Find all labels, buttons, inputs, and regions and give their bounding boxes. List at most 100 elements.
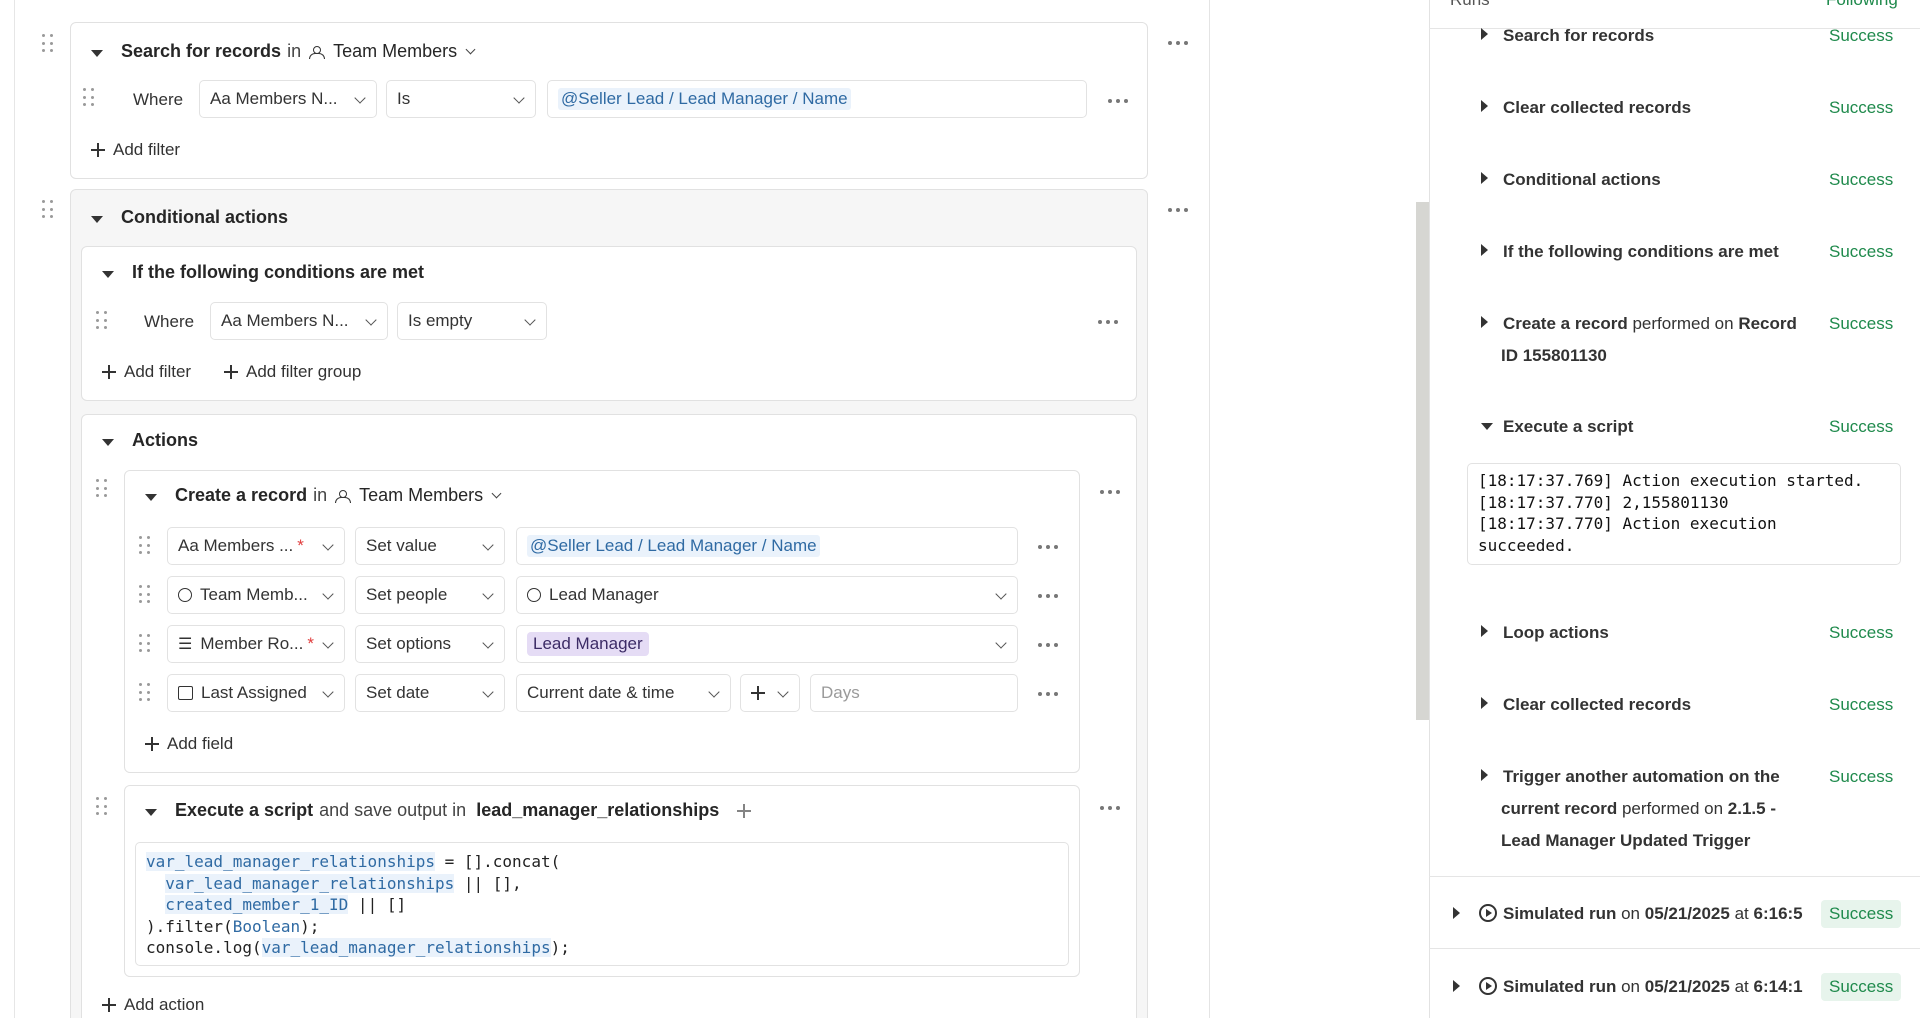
collapse-caret-icon[interactable]	[145, 809, 157, 816]
script-action-more-icon[interactable]	[1100, 803, 1124, 813]
status-badge: Success	[1829, 26, 1894, 45]
expand-caret-icon[interactable]	[1481, 172, 1488, 184]
status-badge: Success	[1829, 695, 1894, 714]
script-action-drag-handle[interactable]	[96, 797, 108, 817]
chevron-down-icon[interactable]	[465, 44, 476, 55]
actions-title: Actions	[132, 430, 199, 450]
value-input-name[interactable]: @Seller Lead / Lead Manager / Name	[516, 527, 1018, 565]
filter-row-more-icon[interactable]	[1108, 96, 1132, 106]
chevron-down-icon	[995, 637, 1007, 649]
expand-caret-icon[interactable]	[1481, 697, 1488, 709]
editor-left-border	[14, 0, 15, 1018]
expand-caret-icon[interactable]	[1481, 625, 1488, 637]
collapse-caret-icon[interactable]	[102, 439, 114, 446]
field-select-last-assigned[interactable]: Last Assigned	[167, 674, 345, 712]
add-field-button[interactable]: Add field	[145, 734, 233, 754]
chevron-down-icon[interactable]	[491, 488, 502, 499]
run-step-loop[interactable]: Loop actions Success	[1429, 623, 1920, 653]
filter-operator-select[interactable]: Is	[386, 80, 536, 118]
chevron-down-icon	[482, 637, 494, 649]
field-row-drag-handle[interactable]	[139, 634, 151, 654]
chevron-down-icon	[708, 686, 720, 698]
status-badge: Success	[1829, 170, 1894, 189]
simulated-run-row[interactable]: Simulated run on 05/21/2025 at 6:14:1 Su…	[1429, 973, 1920, 1007]
mode-select-set-people[interactable]: Set people	[355, 576, 505, 614]
days-input[interactable]: Days	[810, 674, 1018, 712]
condition-row-more-icon[interactable]	[1098, 317, 1122, 327]
mode-select-set-options[interactable]: Set options	[355, 625, 505, 663]
search-block-table[interactable]: Team Members	[333, 41, 457, 62]
collapse-caret-icon[interactable]	[102, 271, 114, 278]
expand-caret-icon[interactable]	[1453, 907, 1460, 919]
field-row-more-icon[interactable]	[1038, 689, 1062, 699]
run-step-create-record[interactable]: Create a record performed on Record ID 1…	[1429, 314, 1920, 374]
create-record-card: Create a record in Team Members Aa Membe…	[124, 470, 1080, 773]
field-row-drag-handle[interactable]	[139, 536, 151, 556]
field-row-more-icon[interactable]	[1038, 591, 1062, 601]
create-record-table[interactable]: Team Members	[359, 485, 483, 506]
chevron-down-icon	[354, 92, 366, 104]
field-row-drag-handle[interactable]	[139, 683, 151, 703]
actions-card: Actions Create a record in Team Members …	[81, 414, 1137, 1018]
create-action-drag-handle[interactable]	[96, 479, 108, 499]
filter-value-input[interactable]: @Seller Lead / Lead Manager / Name	[547, 80, 1087, 118]
script-title: Execute a script	[175, 800, 314, 820]
collapse-caret-icon[interactable]	[1481, 423, 1493, 430]
add-filter-button[interactable]: Add filter	[102, 362, 191, 382]
chevron-down-icon	[322, 539, 334, 551]
simulated-run-row[interactable]: Simulated run on 05/21/2025 at 6:16:5 Su…	[1429, 900, 1920, 934]
plus-icon	[224, 365, 238, 379]
run-step-if-conditions[interactable]: If the following conditions are met Succ…	[1429, 242, 1920, 272]
mode-select-set-date[interactable]: Set date	[355, 674, 505, 712]
field-row-more-icon[interactable]	[1038, 640, 1062, 650]
expand-caret-icon[interactable]	[1481, 244, 1488, 256]
filter-row-drag-handle[interactable]	[83, 88, 95, 108]
add-output-plus-icon[interactable]	[737, 803, 752, 818]
field-select-members-name[interactable]: Aa Members ... *	[167, 527, 345, 565]
collapse-caret-icon[interactable]	[91, 216, 103, 223]
plus-icon	[145, 737, 159, 751]
scrollbar-thumb[interactable]	[1416, 202, 1429, 720]
chevron-down-icon	[777, 686, 789, 698]
search-block-drag-handle[interactable]	[42, 34, 54, 54]
conditional-block-more-icon[interactable]	[1168, 205, 1192, 215]
collapse-caret-icon[interactable]	[145, 494, 157, 501]
conditional-block-drag-handle[interactable]	[42, 200, 54, 220]
run-step-clear-collected[interactable]: Clear collected records Success	[1429, 98, 1920, 128]
filter-field-select[interactable]: Aa Members N...	[199, 80, 377, 118]
date-offset-sign-select[interactable]	[740, 674, 800, 712]
field-select-member-role[interactable]: ☰ Member Ro... *	[167, 625, 345, 663]
plus-icon	[91, 143, 105, 157]
search-block-more-icon[interactable]	[1168, 38, 1192, 48]
script-output-variable[interactable]: lead_manager_relationships	[476, 800, 719, 821]
run-step-execute-script[interactable]: Execute a script Success	[1429, 417, 1920, 447]
mode-select-set-value[interactable]: Set value	[355, 527, 505, 565]
add-filter-group-button[interactable]: Add filter group	[224, 362, 361, 382]
field-row-drag-handle[interactable]	[139, 585, 151, 605]
condition-row-drag-handle[interactable]	[96, 311, 108, 331]
runs-divider	[1429, 876, 1920, 877]
collapse-caret-icon[interactable]	[91, 50, 103, 57]
run-step-clear-collected-2[interactable]: Clear collected records Success	[1429, 695, 1920, 725]
expand-caret-icon[interactable]	[1481, 769, 1488, 781]
condition-field-select[interactable]: Aa Members N...	[210, 302, 388, 340]
following-link[interactable]: Following	[1826, 0, 1898, 10]
field-select-team-member[interactable]: Team Memb...	[167, 576, 345, 614]
create-action-more-icon[interactable]	[1100, 487, 1124, 497]
date-value-select[interactable]: Current date & time	[516, 674, 731, 712]
expand-caret-icon[interactable]	[1481, 316, 1488, 328]
script-code-editor[interactable]: var_lead_manager_relationships = [].conc…	[135, 842, 1069, 966]
expand-caret-icon[interactable]	[1453, 980, 1460, 992]
value-select-person[interactable]: Lead Manager	[516, 576, 1018, 614]
expand-caret-icon[interactable]	[1481, 100, 1488, 112]
add-filter-button[interactable]: Add filter	[91, 140, 180, 160]
add-action-button[interactable]: Add action	[102, 995, 204, 1015]
field-row-more-icon[interactable]	[1038, 542, 1062, 552]
expand-caret-icon[interactable]	[1481, 28, 1488, 40]
run-step-conditional[interactable]: Conditional actions Success	[1429, 170, 1920, 200]
run-step-search[interactable]: Search for records Success	[1429, 26, 1920, 56]
runs-divider	[1429, 948, 1920, 949]
condition-operator-select[interactable]: Is empty	[397, 302, 547, 340]
run-step-trigger-automation[interactable]: Trigger another automation on the curren…	[1429, 767, 1920, 857]
value-select-option[interactable]: Lead Manager	[516, 625, 1018, 663]
